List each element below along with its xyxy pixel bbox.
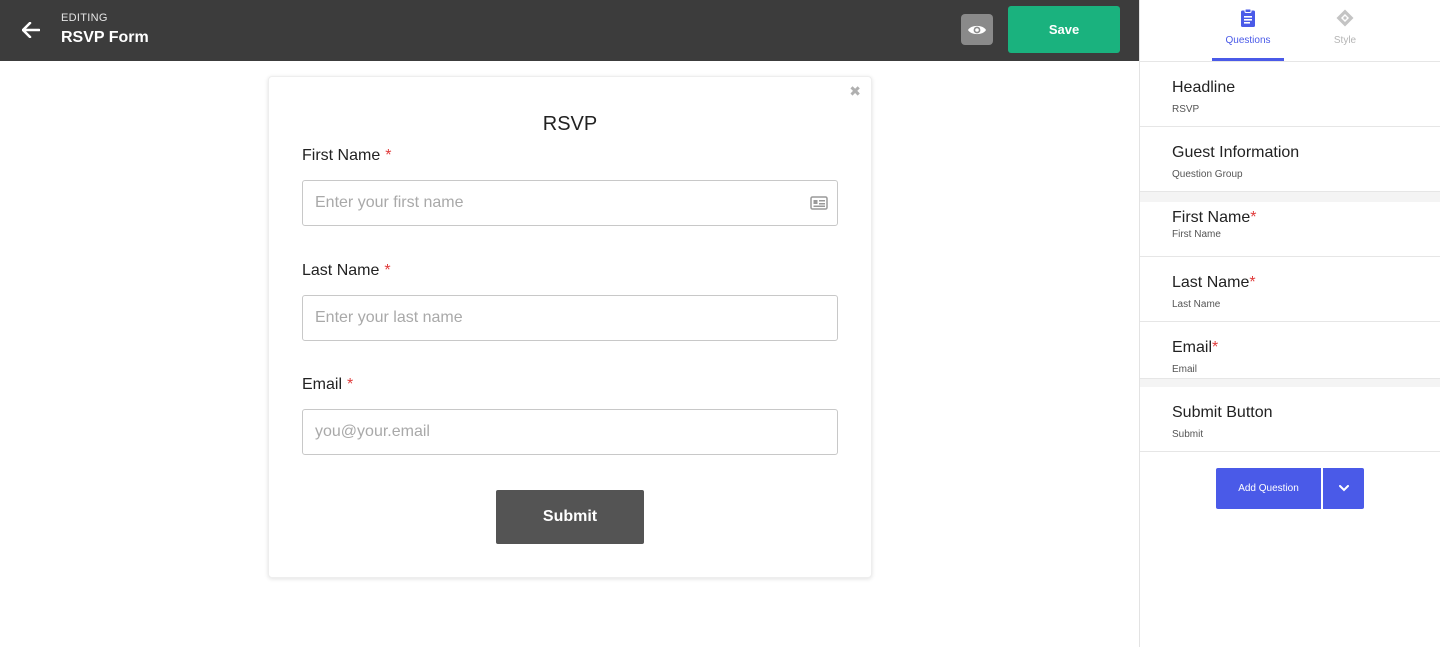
- question-subtitle: Last Name: [1172, 299, 1221, 310]
- question-title: Guest Information: [1172, 144, 1299, 162]
- clipboard-icon: [1241, 8, 1255, 27]
- required-mark: *: [384, 262, 391, 279]
- email-label-text: Email: [302, 376, 343, 393]
- preview-button[interactable]: [961, 14, 993, 45]
- close-icon[interactable]: ✖: [849, 84, 861, 98]
- question-subtitle: Email: [1172, 364, 1198, 375]
- required-mark: *: [1212, 339, 1219, 356]
- question-title-text: Email: [1172, 339, 1213, 356]
- eye-icon: [968, 25, 986, 34]
- question-item-guest-information[interactable]: Guest Information Question Group: [1140, 127, 1440, 192]
- question-item-first-name[interactable]: First Name* First Name: [1140, 202, 1440, 257]
- tab-questions-label: Questions: [1225, 35, 1271, 46]
- arrow-left-icon: [22, 22, 40, 38]
- contact-card-icon[interactable]: [810, 196, 828, 210]
- first-name-label: First Name *: [302, 147, 391, 165]
- paint-icon: [1336, 9, 1354, 27]
- save-button[interactable]: Save: [1008, 6, 1120, 53]
- question-title: Last Name*: [1172, 274, 1256, 292]
- question-title-text: Headline: [1172, 79, 1236, 96]
- first-name-label-text: First Name: [302, 147, 381, 164]
- question-item-last-name[interactable]: Last Name* Last Name: [1140, 257, 1440, 322]
- question-title: Headline: [1172, 79, 1235, 97]
- question-title: Email*: [1172, 339, 1218, 357]
- form-headline: RSVP: [542, 113, 598, 135]
- first-name-input[interactable]: [302, 180, 838, 226]
- question-title-text: Submit Button: [1172, 404, 1273, 421]
- add-question-dropdown-button[interactable]: [1323, 468, 1364, 509]
- email-label: Email *: [302, 376, 353, 394]
- required-mark: *: [385, 147, 392, 164]
- question-title-text: Last Name: [1172, 274, 1250, 291]
- question-subtitle: RSVP: [1172, 104, 1200, 115]
- question-item-headline[interactable]: Headline RSVP: [1140, 62, 1440, 127]
- editor-sidebar: Questions Style Headline RSVP Guest Info…: [1139, 0, 1440, 647]
- question-subtitle: Submit: [1172, 429, 1204, 440]
- question-subtitle: First Name: [1172, 229, 1221, 240]
- required-mark: *: [1249, 274, 1256, 291]
- group-divider: [1140, 379, 1440, 387]
- question-title: First Name*: [1172, 209, 1256, 227]
- question-subtitle: Question Group: [1172, 169, 1243, 180]
- group-divider: [1140, 192, 1440, 202]
- question-title-text: First Name: [1172, 209, 1251, 226]
- last-name-input[interactable]: [302, 295, 838, 341]
- tab-questions[interactable]: Questions: [1212, 0, 1284, 61]
- top-bar: EDITING RSVP Form Save: [0, 0, 1139, 61]
- question-title: Submit Button: [1172, 404, 1273, 422]
- editing-label: EDITING: [61, 12, 108, 24]
- form-canvas: ✖ RSVP First Name* Last Name* Email* Sub…: [0, 61, 1139, 647]
- email-input[interactable]: [302, 409, 838, 455]
- submit-button[interactable]: Submit: [496, 490, 644, 544]
- required-mark: *: [1250, 209, 1257, 226]
- add-question-button[interactable]: Add Question: [1216, 468, 1321, 509]
- last-name-label: Last Name *: [302, 262, 391, 280]
- question-item-submit-button[interactable]: Submit Button Submit: [1140, 387, 1440, 452]
- tab-style[interactable]: Style: [1309, 0, 1381, 61]
- last-name-label-text: Last Name: [302, 262, 380, 279]
- question-title-text: Guest Information: [1172, 144, 1300, 161]
- chevron-down-icon: [1338, 485, 1349, 492]
- tab-style-label: Style: [1333, 35, 1357, 46]
- sidebar-tabs: Questions Style: [1140, 0, 1440, 62]
- form-title: RSVP Form: [61, 29, 149, 46]
- back-button[interactable]: [18, 17, 44, 43]
- question-item-email[interactable]: Email* Email: [1140, 322, 1440, 379]
- form-card: ✖ RSVP First Name* Last Name* Email* Sub…: [268, 76, 872, 578]
- required-mark: *: [347, 376, 354, 393]
